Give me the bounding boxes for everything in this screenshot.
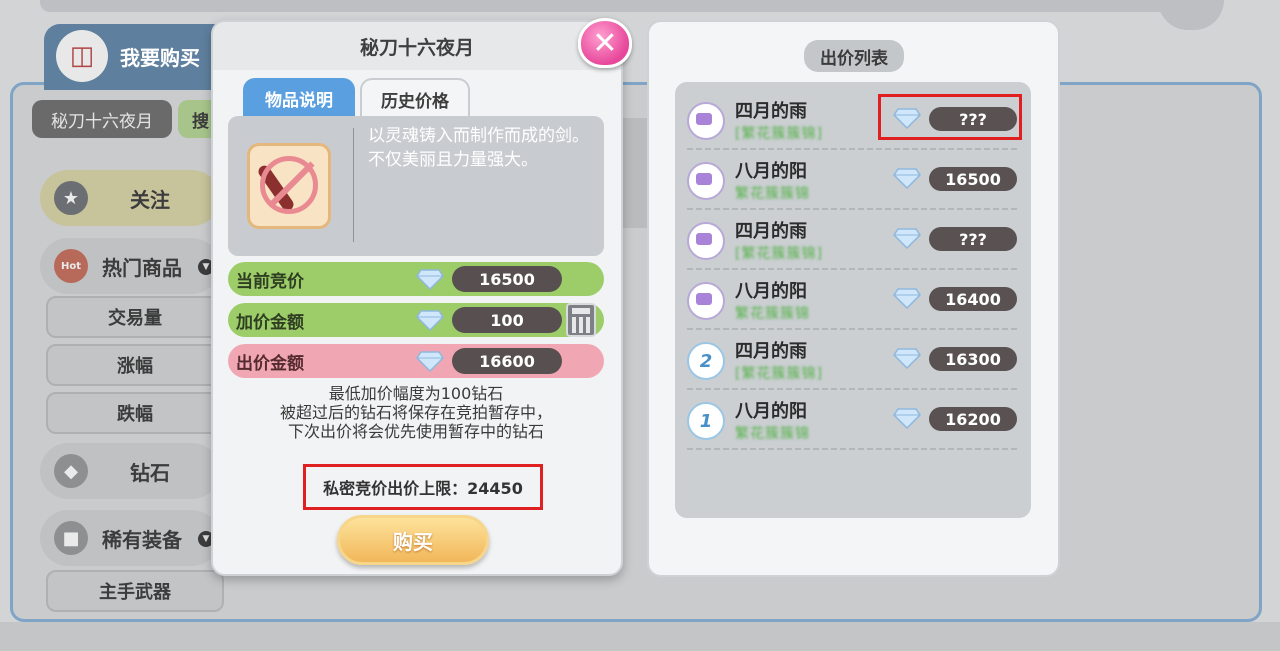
buy-button[interactable]: 购买 [337,515,489,565]
chat-avatar-icon[interactable] [687,102,725,140]
shirt-icon: ■ [54,521,88,555]
current-bid-label: 当前竞价 [236,271,304,292]
bidder-name: 四月的雨 [735,341,807,362]
bid-value: ??? [929,227,1017,251]
diamond-icon [893,288,921,309]
sidebar-item-rare-equip[interactable]: ■ 稀有装备 ▼ [40,510,220,566]
increment-row: 加价金额 100 [228,303,604,337]
sidebar-item-follow[interactable]: ★ 关注 [40,170,220,226]
rule-line: 下次出价将会优先使用暂存中的钻石 [287,422,544,441]
bidder-guild: 繁花簇簇锦 [735,426,810,442]
bid-value: 16400 [929,287,1017,311]
sidebar-sub-fall[interactable]: 跌幅 [46,392,224,434]
sidebar-item-hot[interactable]: Hot 热门商品 ▼ [40,238,220,294]
bidder-name: 八月的阳 [735,161,807,182]
sidebar-item-label: 稀有装备 [102,527,182,552]
bid-entry: 八月的阳 繁花簇簇锦 16400 [687,270,1017,330]
offer-row: 出价金额 16600 [228,344,604,378]
bid-value: 16300 [929,347,1017,371]
sidebar-item-label: 热门商品 [102,255,182,280]
bid-rules: 最低加价幅度为100钻石 被超过后的钻石将保存在竞拍暂存中， 下次出价将会优先使… [228,384,604,441]
bid-list-title: 出价列表 [804,40,904,72]
offer-label: 出价金额 [236,353,304,374]
current-bid-row: 当前竞价 16500 [228,262,604,296]
current-bid-value: 16500 [452,266,562,292]
bidder-guild: [繁花簇簇锦] [735,126,823,142]
chat-avatar-icon[interactable] [687,222,725,260]
divider [687,448,1017,450]
item-description: 以灵魂铸入而制作而成的剑。不仅美丽且力量强大。 [368,126,589,170]
sidebar-sub-main-weapon[interactable]: 主手武器 [46,570,224,612]
bottom-band [0,622,1280,651]
bidder-name: 八月的阳 [735,281,807,302]
rule-line: 被超过后的钻石将保存在竞拍暂存中， [279,403,552,422]
sidebar-item-diamond[interactable]: ◆ 钻石 [40,443,220,499]
shopping-cart-icon: ◫ [56,30,108,82]
bidder-name: 八月的阳 [735,401,807,422]
diamond-icon [893,408,921,429]
diamond-icon: ◆ [54,454,88,488]
tab-history[interactable]: 历史价格 [360,78,470,118]
modal-title: 秘刀十六夜月 [213,22,621,70]
tab-buy[interactable]: ◫ 我要购买 [44,24,229,90]
diamond-icon [893,228,921,249]
diamond-icon [893,168,921,189]
diamond-icon [893,348,921,369]
prohibited-icon [260,156,318,214]
diamond-icon [416,351,444,372]
increment-input[interactable]: 100 [452,307,562,333]
top-strip [40,0,1190,12]
bidder-guild: 繁花簇簇锦 [735,186,810,202]
rank-badge-icon: 2 [687,342,725,380]
tab-buy-label: 我要购买 [120,46,200,70]
bid-value: 16500 [929,167,1017,191]
rank-badge-icon: 1 [687,402,725,440]
bidder-name: 四月的雨 [735,101,807,122]
search-input[interactable]: 秘刀十六夜月 [32,100,172,138]
bidder-name: 四月的雨 [735,221,807,242]
chat-avatar-icon[interactable] [687,282,725,320]
divider [353,128,354,242]
highlight-box [303,464,543,510]
increment-label: 加价金额 [236,312,304,333]
item-icon [247,143,331,229]
tab-description[interactable]: 物品说明 [243,78,355,118]
diamond-icon [416,310,444,331]
bidder-guild: 繁花簇簇锦 [735,306,810,322]
bidder-guild: [繁花簇簇锦] [735,246,823,262]
chat-avatar-icon[interactable] [687,162,725,200]
bidder-guild: [繁花簇簇锦] [735,366,823,382]
offer-value: 16600 [452,348,562,374]
bid-value: 16200 [929,407,1017,431]
bid-entry: 四月的雨 [繁花簇簇锦] ??? [687,210,1017,270]
star-icon: ★ [54,181,88,215]
sidebar-sub-trade-volume[interactable]: 交易量 [46,296,224,338]
diamond-icon [416,269,444,290]
sidebar-item-label: 钻石 [130,460,170,485]
calculator-icon[interactable] [566,303,596,337]
bid-entry: 2 四月的雨 [繁花簇簇锦] 16300 [687,330,1017,390]
highlight-box [878,94,1022,140]
close-icon[interactable]: ✕ [578,18,632,68]
sidebar-item-label: 关注 [130,187,170,212]
corner-button[interactable] [1158,0,1224,30]
hot-icon: Hot [54,249,88,283]
bid-entry: 1 八月的阳 繁花簇簇锦 16200 [687,390,1017,450]
rule-line: 最低加价幅度为100钻石 [328,384,504,403]
bid-entry: 八月的阳 繁花簇簇锦 16500 [687,150,1017,210]
sidebar-sub-rise[interactable]: 涨幅 [46,344,224,386]
